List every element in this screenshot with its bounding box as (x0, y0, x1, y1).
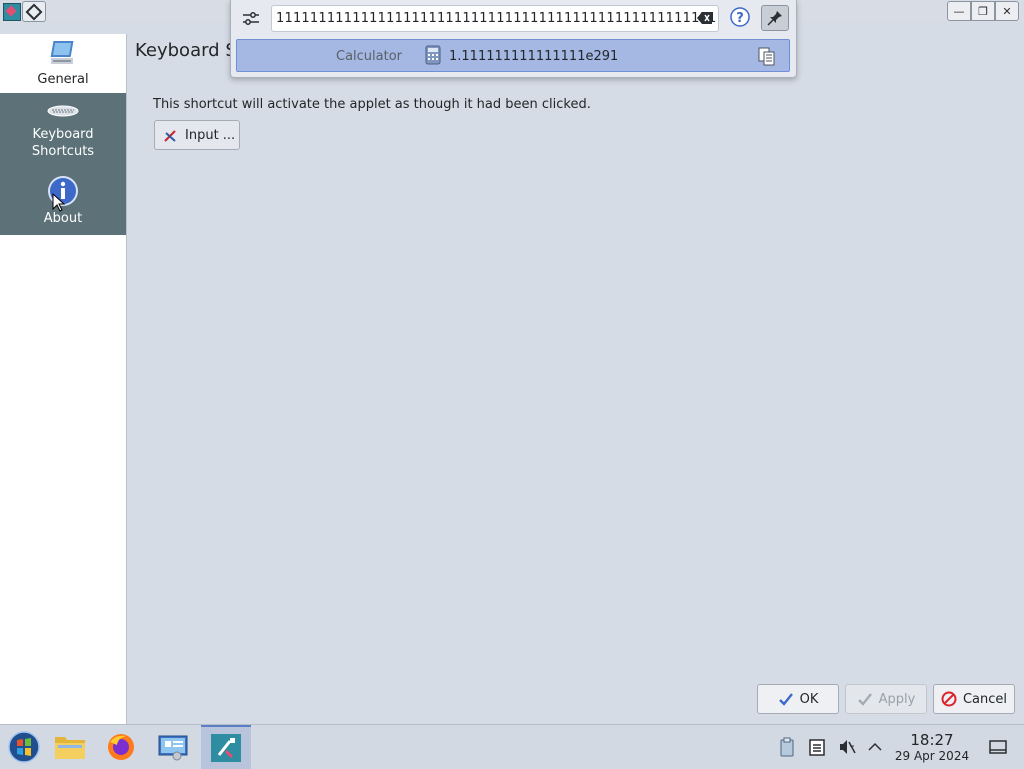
result-value: 1.111111111111111e291 (449, 49, 619, 64)
tray-clipboard[interactable] (777, 737, 797, 757)
start-menu-button[interactable] (0, 725, 48, 769)
sidebar-item-keyboard-shortcuts[interactable]: Keyboard Shortcuts (0, 93, 126, 173)
firefox-icon (108, 734, 134, 760)
help-icon[interactable]: ? (728, 6, 752, 30)
sidebar-item-label: About (43, 211, 83, 226)
sidebar-selected-group: Keyboard Shortcuts About (0, 93, 126, 235)
taskbar-file-manager[interactable] (46, 725, 94, 769)
clock-date[interactable]: 29 Apr 2024 (892, 749, 972, 763)
apply-button[interactable]: Apply (845, 684, 927, 714)
restore-button[interactable]: ❐ (971, 1, 995, 21)
krunner-result-row[interactable]: Calculator 1.111111111111111e291 (236, 39, 790, 72)
copy-icon[interactable] (757, 46, 777, 66)
clipboard-icon (780, 737, 794, 757)
file-manager-icon (55, 737, 85, 759)
sidebar-item-general[interactable]: General (0, 34, 126, 93)
close-button[interactable]: ✕ (995, 1, 1019, 21)
svg-text:?: ? (736, 11, 744, 26)
general-settings-icon (50, 41, 74, 64)
ok-label: OK (799, 691, 819, 707)
taskbar-krunner-app[interactable] (201, 725, 251, 769)
diamond-icon (25, 3, 43, 20)
check-icon (778, 693, 793, 706)
pin-button[interactable] (761, 5, 789, 31)
shortcut-input-icon (164, 130, 176, 142)
window-menu-button[interactable] (22, 1, 46, 22)
sidebar-item-label: Shortcuts (31, 144, 95, 159)
window-controls: — ❐ ✕ (947, 1, 1019, 21)
krunner-popup: 1111111111111111111111111111111111111111… (230, 0, 797, 78)
settings-sidebar: General Keyboard Shortcuts About (0, 34, 127, 724)
tray-expand-icon (868, 742, 882, 751)
keyboard-icon (47, 105, 79, 117)
pin-icon (767, 11, 782, 26)
notes-icon (809, 739, 825, 756)
show-desktop-button[interactable] (988, 737, 1008, 757)
krunner-search-input[interactable]: 1111111111111111111111111111111111111111… (271, 5, 719, 32)
krunner-app-icon (211, 734, 241, 762)
input-button-label: Input ... (185, 127, 236, 143)
page-title: Keyboard S (135, 40, 237, 61)
shortcut-description: This shortcut will activate the applet a… (153, 97, 591, 112)
cancel-button[interactable]: Cancel (933, 684, 1015, 714)
clear-text-icon[interactable] (697, 11, 713, 25)
system-settings-icon (158, 735, 188, 761)
minimize-button[interactable]: — (947, 1, 971, 21)
ok-button[interactable]: OK (757, 684, 839, 714)
tray-volume[interactable] (837, 737, 857, 757)
clock-time[interactable]: 18:27 (892, 731, 972, 749)
taskbar: 18:27 29 Apr 2024 (0, 724, 1024, 769)
apply-label: Apply (878, 691, 916, 707)
volume-muted-icon (840, 740, 856, 754)
tray-expand[interactable] (865, 737, 885, 757)
check-icon (857, 693, 872, 706)
configure-icon[interactable] (239, 6, 263, 30)
taskbar-system-settings[interactable] (149, 725, 197, 769)
show-desktop-icon (989, 740, 1007, 754)
cancel-icon (941, 691, 957, 707)
app-icon[interactable] (3, 3, 21, 21)
start-menu-icon (8, 731, 40, 763)
cancel-label: Cancel (962, 691, 1008, 707)
tray-notes[interactable] (807, 737, 827, 757)
shortcut-input-button[interactable]: Input ... (154, 120, 240, 150)
mouse-cursor-icon (52, 193, 66, 212)
result-source: Calculator (336, 49, 403, 64)
sidebar-item-label: General (37, 72, 89, 87)
taskbar-firefox[interactable] (97, 725, 145, 769)
sidebar-item-label: Keyboard (32, 127, 94, 142)
calculator-icon (425, 45, 441, 65)
